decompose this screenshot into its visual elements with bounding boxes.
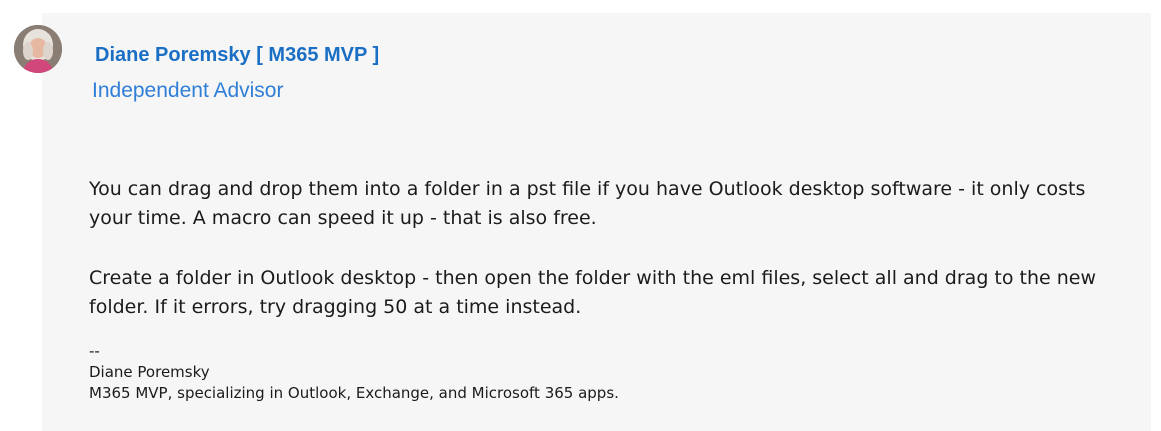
post-paragraph-2: Create a folder in Outlook desktop - the… bbox=[89, 267, 1097, 318]
signature: -- Diane Poremsky M365 MVP, specializing… bbox=[89, 341, 619, 404]
avatar[interactable] bbox=[14, 25, 62, 73]
signature-name: Diane Poremsky bbox=[89, 363, 210, 381]
post-paragraph-1: You can drag and drop them into a folder… bbox=[89, 178, 1086, 229]
author-name-link[interactable]: Diane Poremsky [ M365 MVP ] bbox=[95, 44, 379, 67]
signature-tagline: M365 MVP, specializing in Outlook, Excha… bbox=[89, 384, 619, 402]
post-body: You can drag and drop them into a folder… bbox=[89, 175, 1129, 353]
user-avatar-icon bbox=[14, 25, 62, 73]
author-title: Independent Advisor bbox=[92, 79, 284, 102]
signature-separator: -- bbox=[89, 342, 100, 360]
